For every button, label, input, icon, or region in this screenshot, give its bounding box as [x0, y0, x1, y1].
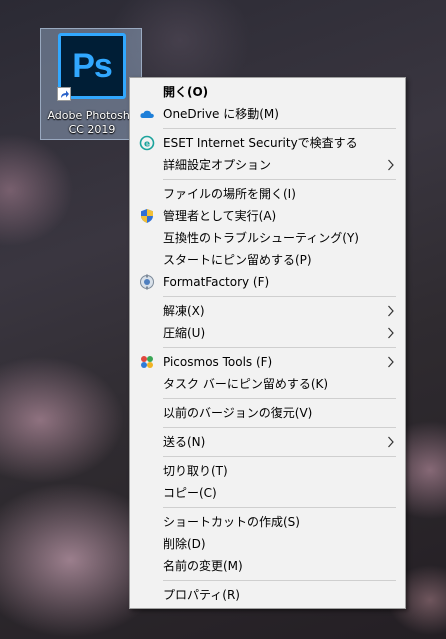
- menu-separator: [163, 580, 396, 581]
- menu-item-compat-troubleshoot[interactable]: 互換性のトラブルシューティング(Y): [130, 227, 405, 249]
- menu-item-run-as-admin[interactable]: 管理者として実行(A): [130, 205, 405, 227]
- menu-item-label: 管理者として実行(A): [163, 209, 277, 223]
- menu-separator: [163, 179, 396, 180]
- desktop-icon-label-line1: Adobe Photosho: [47, 109, 137, 122]
- menu-item-label: スタートにピン留めする(P): [163, 253, 312, 267]
- menu-item-label: プロパティ(R): [163, 588, 240, 602]
- menu-item-advanced-options[interactable]: 詳細設定オプション: [130, 154, 405, 176]
- menu-item-label: ESET Internet Securityで検査する: [163, 136, 358, 150]
- menu-item-formatfactory[interactable]: FormatFactory (F): [130, 271, 405, 293]
- menu-item-send-to[interactable]: 送る(N): [130, 431, 405, 453]
- menu-separator: [163, 347, 396, 348]
- context-menu: 開く(O) OneDrive に移動(M) e ESET Internet Se…: [129, 77, 406, 609]
- menu-item-copy[interactable]: コピー(C): [130, 482, 405, 504]
- chevron-right-icon: [387, 431, 395, 461]
- menu-separator: [163, 398, 396, 399]
- svg-text:e: e: [144, 139, 150, 149]
- cloud-icon: [139, 106, 155, 122]
- menu-item-open-file-location[interactable]: ファイルの場所を開く(I): [130, 183, 405, 205]
- menu-item-open[interactable]: 開く(O): [130, 81, 405, 103]
- menu-item-label: ファイルの場所を開く(I): [163, 187, 296, 201]
- menu-item-label: 開く(O): [163, 85, 209, 99]
- menu-item-delete[interactable]: 削除(D): [130, 533, 405, 555]
- menu-item-label: 詳細設定オプション: [163, 158, 272, 172]
- menu-item-pin-to-start[interactable]: スタートにピン留めする(P): [130, 249, 405, 271]
- menu-item-label: 互換性のトラブルシューティング(Y): [163, 231, 359, 245]
- menu-item-eset-scan[interactable]: e ESET Internet Securityで検査する: [130, 132, 405, 154]
- menu-item-label: Picosmos Tools (F): [163, 355, 273, 369]
- menu-item-compress[interactable]: 圧縮(U): [130, 322, 405, 344]
- menu-item-label: OneDrive に移動(M): [163, 107, 279, 121]
- menu-item-label: ショートカットの作成(S): [163, 515, 300, 529]
- menu-item-label: 解凍(X): [163, 304, 205, 318]
- menu-item-label: 以前のバージョンの復元(V): [163, 406, 313, 420]
- menu-item-label: FormatFactory (F): [163, 275, 270, 289]
- menu-item-label: 切り取り(T): [163, 464, 228, 478]
- menu-separator: [163, 427, 396, 428]
- chevron-right-icon: [387, 154, 395, 184]
- menu-item-label: コピー(C): [163, 486, 217, 500]
- menu-item-pin-to-taskbar[interactable]: タスク バーにピン留めする(K): [130, 373, 405, 395]
- menu-item-picosmos-tools[interactable]: Picosmos Tools (F): [130, 351, 405, 373]
- shield-icon: [139, 208, 155, 224]
- menu-item-label: 送る(N): [163, 435, 206, 449]
- chevron-right-icon: [387, 322, 395, 352]
- menu-separator: [163, 456, 396, 457]
- menu-item-properties[interactable]: プロパティ(R): [130, 584, 405, 606]
- menu-item-extract[interactable]: 解凍(X): [130, 300, 405, 322]
- menu-item-cut[interactable]: 切り取り(T): [130, 460, 405, 482]
- eset-icon: e: [139, 135, 155, 151]
- shortcut-arrow-icon: [57, 87, 71, 101]
- menu-item-label: 名前の変更(M): [163, 559, 243, 573]
- menu-item-onedrive[interactable]: OneDrive に移動(M): [130, 103, 405, 125]
- menu-item-label: 圧縮(U): [163, 326, 206, 340]
- menu-item-restore-previous-versions[interactable]: 以前のバージョンの復元(V): [130, 402, 405, 424]
- menu-separator: [163, 128, 396, 129]
- desktop-icon-label: Adobe Photosho CC 2019: [41, 109, 143, 137]
- picosmos-icon: [139, 354, 155, 370]
- menu-item-label: 削除(D): [163, 537, 206, 551]
- menu-separator: [163, 296, 396, 297]
- menu-item-label: タスク バーにピン留めする(K): [163, 377, 329, 391]
- formatfactory-icon: [139, 274, 155, 290]
- menu-item-rename[interactable]: 名前の変更(M): [130, 555, 405, 577]
- photoshop-desktop-icon[interactable]: Ps Adobe Photosho CC 2019: [40, 28, 142, 140]
- menu-item-create-shortcut[interactable]: ショートカットの作成(S): [130, 511, 405, 533]
- desktop-icon-label-line2: CC 2019: [68, 123, 116, 136]
- menu-separator: [163, 507, 396, 508]
- photoshop-logo-text: Ps: [72, 46, 113, 85]
